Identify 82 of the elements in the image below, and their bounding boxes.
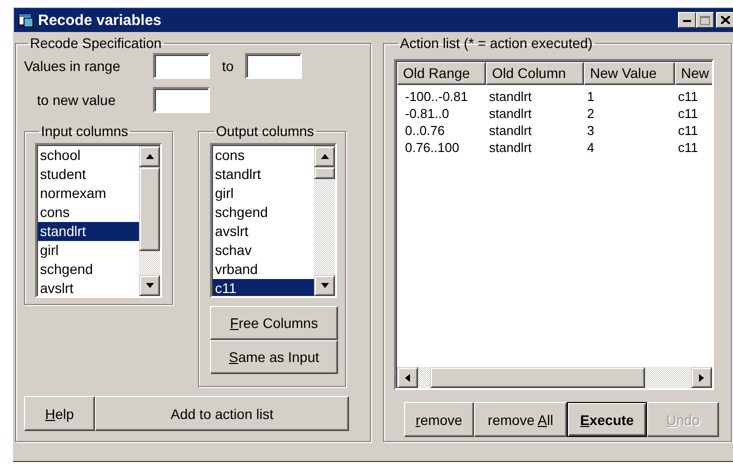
list-item[interactable]: girl: [38, 241, 139, 260]
group-title: Action list (* = action executed): [399, 35, 594, 51]
button[interactable]: Add to action list: [95, 396, 349, 431]
table-cell-text: c11: [677, 105, 699, 122]
down-arrow-icon: [146, 283, 154, 288]
maximize-button[interactable]: [696, 12, 714, 28]
button[interactable]: remove All: [474, 402, 567, 437]
field-label: to new value: [36, 92, 117, 108]
list-item[interactable]: student: [38, 165, 139, 184]
table-cell-text: standlrt: [488, 105, 533, 122]
list-item[interactable]: avslrt: [213, 222, 314, 241]
close-button[interactable]: [716, 12, 733, 28]
table-cell-text: standlrt: [488, 139, 533, 156]
table-cell-text: -0.81..0: [404, 105, 450, 122]
scroll-down-button[interactable]: [314, 275, 335, 296]
help-button[interactable]: Help: [24, 396, 95, 431]
button[interactable]: Free Columns: [210, 306, 338, 340]
scroll-up-button[interactable]: [314, 146, 335, 167]
column-header[interactable]: New Value: [584, 62, 675, 85]
table-cell-text: 0.76..100: [404, 139, 460, 156]
input-field[interactable]: [153, 53, 210, 79]
table-cell-text: 2: [586, 105, 596, 122]
scrollbar[interactable]: [139, 146, 160, 296]
minimize-button[interactable]: [678, 12, 696, 28]
table-cell-text: 1: [586, 88, 596, 105]
list-item[interactable]: girl: [213, 184, 314, 203]
listbox[interactable]: cons standlrt girl schgend avslrt schav vrband c11: [210, 143, 337, 298]
scroll-down-button[interactable]: [139, 275, 160, 296]
group-title: Output columns: [215, 123, 316, 139]
scroll-right-button[interactable]: [691, 367, 712, 388]
list-item[interactable]: standlrt: [38, 222, 139, 241]
list-item[interactable]: schgend: [38, 260, 139, 279]
up-arrow-icon: [146, 154, 154, 159]
table-cell-text: 0..0.76: [404, 122, 446, 139]
left-arrow-icon: [405, 374, 410, 382]
list-item[interactable]: schav: [213, 241, 314, 260]
list-item[interactable]: vrband: [213, 260, 314, 279]
group-title: Recode Specification: [29, 35, 163, 51]
table-cell-text: 3: [586, 122, 596, 139]
up-arrow-icon: [320, 154, 328, 159]
column-header[interactable]: New: [675, 62, 712, 85]
list-item[interactable]: normexam: [38, 184, 139, 203]
scroll-thumb[interactable]: [139, 167, 160, 251]
scroll-up-button[interactable]: [139, 146, 160, 167]
list-item[interactable]: cons: [213, 146, 314, 165]
input-field[interactable]: [153, 87, 210, 113]
table-cell-text: c11: [677, 122, 699, 139]
field-label: Values in range: [24, 58, 122, 74]
scrollbar[interactable]: [397, 367, 712, 388]
table-cell-text: c11: [677, 139, 699, 156]
minimize-icon: [683, 18, 691, 22]
list-item[interactable]: cons: [38, 203, 139, 222]
list-item[interactable]: schgend: [213, 203, 314, 222]
table-cell-text: 4: [586, 139, 596, 156]
input-field[interactable]: [245, 53, 302, 79]
list-view[interactable]: Old Range Old Column New Value New -100..-0.81 standlrt 1 c11 -0.81..0 standlrt 2 c11 0..0.76 standlrt 3 c11 0.76..100 standlrt 4 c11: [394, 59, 714, 390]
scroll-thumb[interactable]: [430, 367, 645, 388]
column-header[interactable]: Old Column: [486, 62, 584, 85]
window-icon: [18, 12, 34, 28]
scroll-thumb[interactable]: [314, 167, 335, 179]
table-cell-text: standlrt: [488, 122, 533, 139]
maximize-icon: [700, 16, 710, 24]
list-item[interactable]: school: [38, 146, 139, 165]
window-title: Recode variables: [38, 12, 162, 28]
scrollbar[interactable]: [314, 146, 335, 296]
listbox[interactable]: school student normexam cons standlrt girl schgend avslrt: [35, 143, 162, 298]
group-title: Input columns: [40, 123, 130, 139]
field-label: to: [221, 58, 235, 74]
list-item[interactable]: standlrt: [213, 165, 314, 184]
scroll-left-button[interactable]: [397, 367, 418, 388]
right-arrow-icon: [699, 374, 704, 382]
table-cell-text: c11: [677, 88, 699, 105]
table-cell-text: standlrt: [488, 88, 533, 105]
button[interactable]: Same as Input: [210, 340, 338, 374]
list-item[interactable]: avslrt: [38, 279, 139, 296]
column-header[interactable]: Old Range: [397, 62, 486, 85]
button[interactable]: remove: [404, 402, 474, 437]
list-item[interactable]: c11: [213, 279, 314, 296]
button[interactable]: Execute: [567, 402, 647, 437]
close-icon: [720, 16, 730, 24]
table-cell-text: -100..-0.81: [404, 88, 469, 105]
down-arrow-icon: [320, 283, 328, 288]
